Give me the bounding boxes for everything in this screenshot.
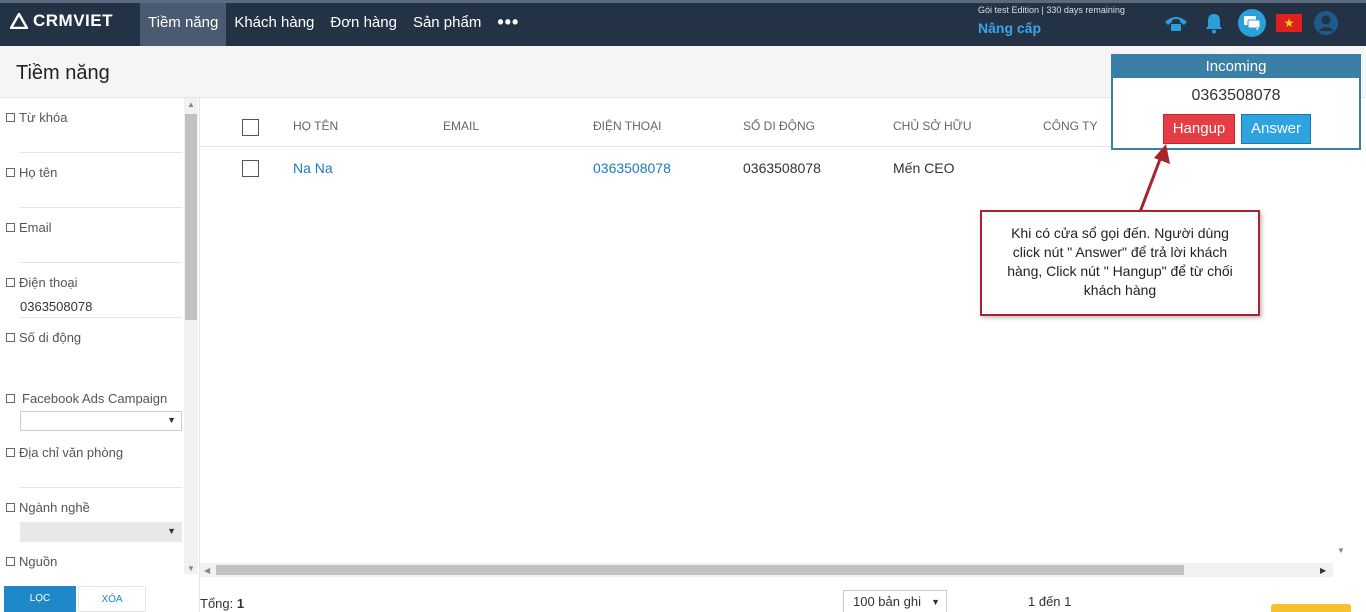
column-header-phone[interactable]: ĐIỆN THOẠI xyxy=(593,119,661,133)
nav-item-don-hang[interactable]: Đơn hàng xyxy=(322,3,405,46)
divider xyxy=(20,262,182,263)
page-title: Tiềm năng xyxy=(16,62,110,84)
incoming-number: 0363508078 xyxy=(1191,87,1281,104)
incoming-call-popup: Incoming 0363508078 Hangup Answer xyxy=(1111,54,1361,150)
divider xyxy=(20,317,182,318)
checkbox[interactable] xyxy=(6,394,15,403)
checkbox[interactable] xyxy=(6,448,15,457)
more-menu-icon[interactable]: ••• xyxy=(489,3,527,46)
scroll-up-icon[interactable]: ▲ xyxy=(187,100,195,109)
column-header-mobile[interactable]: SỐ DI ĐỘNG xyxy=(743,119,815,133)
chevron-down-icon: ▼ xyxy=(167,415,176,425)
scroll-right-icon[interactable]: ▶ xyxy=(1320,566,1326,575)
filter-keyword[interactable]: Từ khóa xyxy=(6,110,67,125)
column-header-company[interactable]: CÔNG TY xyxy=(1043,119,1097,133)
filter-button[interactable]: LỌC xyxy=(4,586,76,612)
lead-owner: Mến CEO xyxy=(893,160,955,176)
select-all-checkbox[interactable] xyxy=(242,119,259,136)
row-checkbox[interactable] xyxy=(242,160,259,177)
top-icons: ★ xyxy=(1162,9,1340,37)
action-button[interactable] xyxy=(1271,604,1351,612)
answer-button[interactable]: Answer xyxy=(1241,114,1311,144)
phone-icon[interactable] xyxy=(1162,9,1190,37)
filter-email[interactable]: Email xyxy=(6,220,52,235)
nav-item-tiem-nang[interactable]: Tiềm năng xyxy=(140,3,227,46)
checkbox[interactable] xyxy=(6,168,15,177)
lead-phone-link[interactable]: 0363508078 xyxy=(593,160,671,176)
logo-icon xyxy=(10,13,28,29)
checkbox[interactable] xyxy=(6,113,15,122)
nav-item-san-pham[interactable]: Sản phẩm xyxy=(405,3,489,46)
filter-office-address[interactable]: Địa chỉ văn phòng xyxy=(6,445,123,460)
nav-item-khach-hang[interactable]: Khách hàng xyxy=(226,3,322,46)
bell-icon[interactable] xyxy=(1200,9,1228,37)
scroll-thumb[interactable] xyxy=(185,114,197,320)
sidebar-scrollbar[interactable]: ▲ ▼ xyxy=(184,98,198,574)
chevron-down-icon: ▼ xyxy=(931,597,940,607)
phone-filter-input[interactable]: 0363508078 xyxy=(20,299,92,314)
table-footer: Tổng: 1 100 bản ghi ▼ 1 đến 1 xyxy=(200,586,1366,612)
column-header-name[interactable]: HỌ TÊN xyxy=(293,119,338,133)
filter-source[interactable]: Nguồn xyxy=(6,554,57,569)
annotation-note: Khi có cửa sổ gọi đến. Người dùng click … xyxy=(980,210,1260,316)
fb-campaign-select[interactable]: ▼ xyxy=(20,411,182,431)
divider xyxy=(20,487,182,488)
scroll-down-icon[interactable]: ▼ xyxy=(1337,546,1345,555)
upgrade-link[interactable]: Nâng cấp xyxy=(978,20,1041,36)
checkbox[interactable] xyxy=(6,503,15,512)
filter-fb-campaign[interactable]: Facebook Ads Campaign xyxy=(6,391,167,406)
filter-name[interactable]: Họ tên xyxy=(6,165,57,180)
scroll-down-icon[interactable]: ▼ xyxy=(187,564,195,573)
checkbox[interactable] xyxy=(6,278,15,287)
logo[interactable]: CRMVIET xyxy=(10,11,113,31)
incoming-title: Incoming xyxy=(1113,56,1359,78)
record-range: 1 đến 1 xyxy=(1028,594,1072,609)
chevron-down-icon: ▼ xyxy=(167,526,176,536)
scroll-left-icon[interactable]: ◀ xyxy=(204,566,210,575)
column-header-email[interactable]: EMAIL xyxy=(443,119,479,133)
scroll-thumb[interactable] xyxy=(216,565,1184,575)
filter-industry[interactable]: Ngành nghề xyxy=(6,500,90,515)
table-horizontal-scrollbar[interactable]: ◀ ▶ xyxy=(200,563,1333,577)
user-avatar-icon[interactable] xyxy=(1312,9,1340,37)
annotation-arrow-icon xyxy=(1138,144,1170,213)
divider xyxy=(20,207,182,208)
checkbox[interactable] xyxy=(6,557,15,566)
logo-text: CRMVIET xyxy=(33,11,113,30)
plan-info: Gói test Edition | 330 days remaining xyxy=(978,5,1125,15)
checkbox[interactable] xyxy=(6,223,15,232)
main-nav: Tiềm năng Khách hàng Đơn hàng Sản phẩm •… xyxy=(140,3,527,46)
filter-sidebar: Từ khóa Họ tên Email Điện thoại 03635080… xyxy=(0,98,200,612)
industry-select[interactable]: ▼ xyxy=(20,522,182,542)
checkbox[interactable] xyxy=(6,333,15,342)
column-header-owner[interactable]: CHỦ SỞ HỮU xyxy=(893,119,972,133)
filter-phone[interactable]: Điện thoại xyxy=(6,275,78,290)
lead-name-link[interactable]: Na Na xyxy=(293,160,333,176)
chat-icon[interactable] xyxy=(1238,9,1266,37)
divider xyxy=(20,152,182,153)
total-count: Tổng: 1 xyxy=(200,596,245,611)
table-vertical-scrollbar[interactable]: ▼ xyxy=(1333,98,1350,564)
filter-mobile[interactable]: Số di động xyxy=(6,330,81,345)
page-size-select[interactable]: 100 bản ghi ▼ xyxy=(843,590,947,612)
lead-mobile: 0363508078 xyxy=(743,160,821,176)
clear-button[interactable]: XÓA xyxy=(78,586,146,612)
top-navbar: CRMVIET Tiềm năng Khách hàng Đơn hàng Sả… xyxy=(0,0,1366,46)
vietnam-flag-icon[interactable]: ★ xyxy=(1276,14,1302,32)
